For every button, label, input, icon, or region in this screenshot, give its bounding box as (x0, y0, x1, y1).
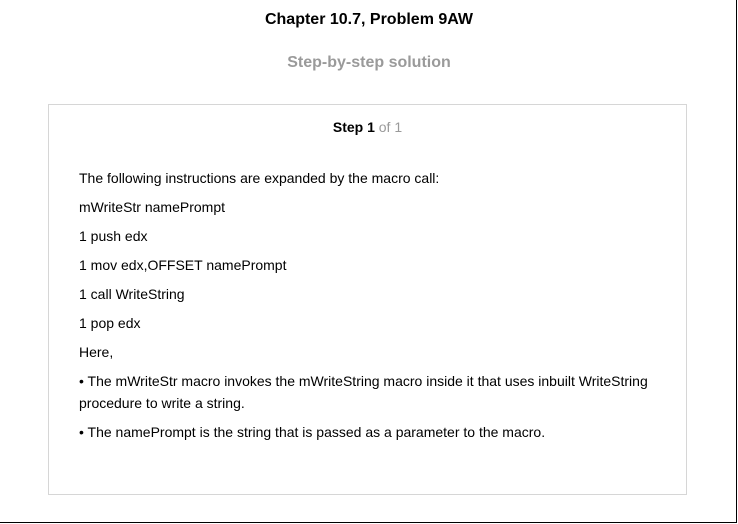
step-number: Step 1 (332, 119, 375, 135)
bullet-item: • The mWriteStr macro invokes the mWrite… (79, 373, 648, 411)
solution-heading: Step-by-step solution (287, 54, 451, 71)
intro-text: The following instructions are expanded … (79, 170, 440, 186)
macro-call-line: mWriteStr namePrompt (79, 199, 225, 215)
step-card: Step 1 of 1 The following instructions a… (48, 104, 687, 495)
step-indicator: Step 1 of 1 (49, 119, 686, 135)
bullet-item: • The namePrompt is the string that is p… (79, 424, 546, 440)
code-line: 1 mov edx,OFFSET namePrompt (79, 257, 287, 273)
step-total: of 1 (378, 119, 403, 135)
code-line: 1 call WriteString (79, 286, 185, 302)
chapter-title: Chapter 10.7, Problem 9AW (264, 11, 474, 28)
here-text: Here, (79, 344, 114, 360)
code-line: 1 push edx (79, 228, 148, 244)
code-line: 1 pop edx (79, 315, 141, 331)
solution-content: The following instructions are expanded … (79, 167, 664, 450)
